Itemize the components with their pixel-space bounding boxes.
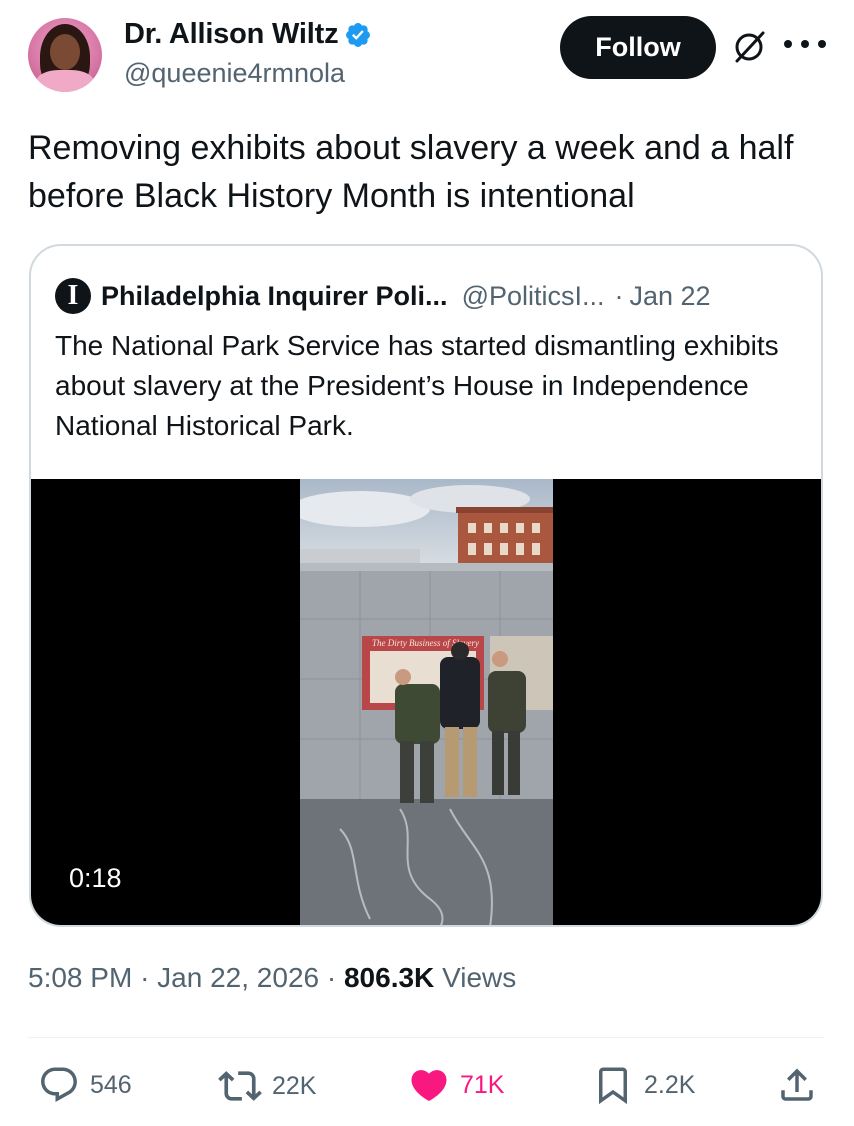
follow-button[interactable]: Follow: [560, 16, 716, 79]
meta-separator: ·: [326, 962, 337, 993]
like-count: 71K: [460, 1070, 505, 1099]
tweet-time[interactable]: 5:08 PM: [28, 962, 132, 993]
author-name-row: Dr. Allison Wiltz: [124, 18, 372, 51]
quoted-tweet-header: I Philadelphia Inquirer Poli... @Politic…: [55, 278, 711, 314]
repost-button[interactable]: 22K: [218, 1064, 316, 1108]
views-count: 806.3K: [343, 962, 435, 993]
heart-filled-icon: [411, 1070, 447, 1102]
tweet-meta: 5:08 PM · Jan 22, 2026 · 806.3K Views: [28, 962, 516, 994]
quoted-tweet-card[interactable]: I Philadelphia Inquirer Poli... @Politic…: [29, 244, 823, 927]
avatar-face: [50, 34, 80, 70]
share-button[interactable]: [776, 1064, 828, 1106]
quoted-author-handle[interactable]: @PoliticsI...: [462, 281, 605, 312]
video-player[interactable]: The Dirty Business of Slavery 0:18: [31, 479, 821, 925]
quoted-author-name[interactable]: Philadelphia Inquirer Poli...: [101, 281, 448, 312]
bookmark-count: 2.2K: [644, 1070, 696, 1099]
reply-button[interactable]: 546: [38, 1064, 132, 1106]
grok-icon[interactable]: [730, 28, 768, 66]
video-duration: 0:18: [69, 863, 122, 893]
bookmark-button[interactable]: 2.2K: [592, 1064, 695, 1106]
tweet-date[interactable]: Jan 22, 2026: [157, 962, 319, 993]
share-icon: [781, 1068, 813, 1101]
verified-badge-icon: [346, 22, 371, 47]
inquirer-logo-icon: I: [55, 278, 91, 314]
avatar-dress: [36, 70, 94, 92]
repost-count: 22K: [272, 1071, 317, 1100]
reply-icon: [41, 1067, 77, 1102]
video-scene-image: The Dirty Business of Slavery: [300, 479, 553, 925]
views-label: Views: [442, 962, 517, 993]
video-frame: The Dirty Business of Slavery: [300, 479, 553, 925]
quoted-date[interactable]: Jan 22: [630, 281, 711, 312]
author-handle[interactable]: @queenie4rmnola: [124, 58, 345, 89]
divider: [28, 1037, 824, 1038]
bookmark-icon: [599, 1067, 627, 1105]
reply-count: 546: [90, 1070, 132, 1099]
author-avatar[interactable]: [28, 18, 102, 92]
author-display-name[interactable]: Dr. Allison Wiltz: [124, 18, 339, 51]
quoted-tweet-text: The National Park Service has started di…: [55, 330, 779, 441]
tweet-text: Removing exhibits about slavery a week a…: [28, 129, 794, 215]
repost-icon: [218, 1071, 262, 1101]
more-options-icon[interactable]: [784, 40, 826, 52]
like-button[interactable]: 71K: [408, 1064, 504, 1106]
meta-separator: ·: [140, 962, 150, 993]
quoted-separator: ·: [614, 280, 624, 311]
